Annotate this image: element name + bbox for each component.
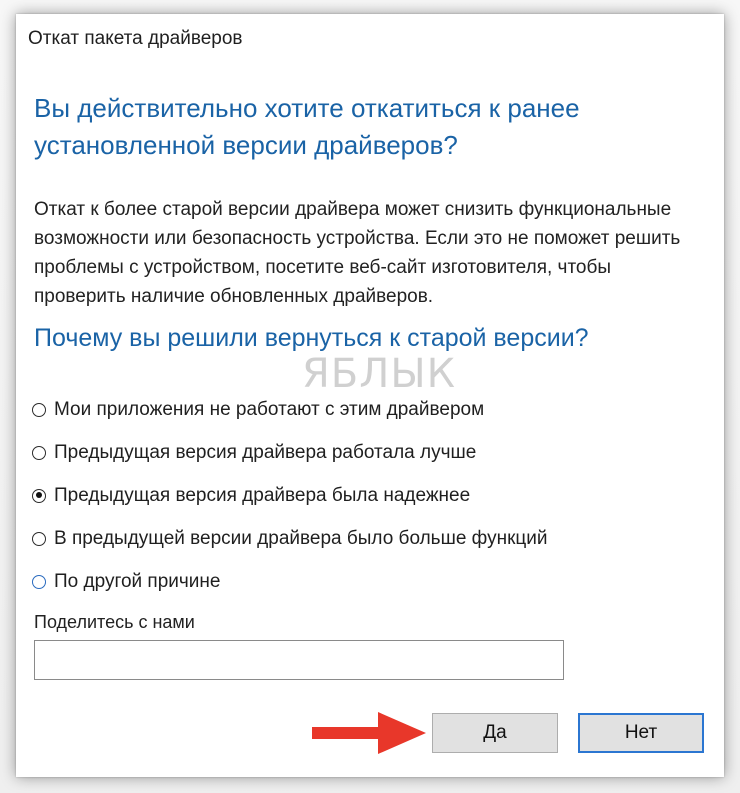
screenshot-stage: Откат пакета драйверов Вы действительно …: [0, 0, 740, 793]
reason-option-worked-better[interactable]: Предыдущая версия драйвера работала лучш…: [32, 431, 692, 474]
description-text: Откат к более старой версии драйвера мож…: [34, 199, 681, 307]
reason-option-more-features[interactable]: В предыдущей версии драйвера было больше…: [32, 517, 692, 560]
reason-label: Мои приложения не работают с этим драйве…: [54, 398, 485, 420]
reason-label: Предыдущая версия драйвера работала лучш…: [54, 441, 477, 463]
rollback-dialog: Откат пакета драйверов Вы действительно …: [16, 14, 724, 777]
dialog-heading: Вы действительно хотите откатиться к ран…: [34, 93, 580, 160]
share-field-label: Поделитесь с нами: [34, 612, 195, 632]
no-button[interactable]: Нет: [578, 713, 704, 753]
radio-button-icon[interactable]: [32, 574, 46, 589]
reason-label: В предыдущей версии драйвера было больше…: [54, 527, 548, 549]
reason-question: Почему вы решили вернуться к старой верс…: [34, 324, 589, 352]
reason-label: Предыдущая версия драйвера была надежнее: [54, 484, 471, 506]
radio-button-icon[interactable]: [32, 402, 46, 417]
window-title: Откат пакета драйверов: [28, 28, 243, 49]
share-feedback-input[interactable]: [34, 640, 564, 680]
radio-button-selected-icon[interactable]: [32, 488, 46, 503]
reason-option-more-reliable[interactable]: Предыдущая версия драйвера была надежнее: [32, 474, 692, 517]
reason-option-other[interactable]: По другой причине: [32, 560, 692, 603]
yes-button[interactable]: Да: [432, 713, 558, 753]
reason-label: По другой причине: [54, 570, 221, 592]
arrow-head: [378, 712, 426, 754]
red-arrow-annotation: [312, 712, 426, 754]
radio-button-icon[interactable]: [32, 531, 46, 546]
arrow-shaft: [312, 727, 382, 739]
description-area: Откат к более старой версии драйвера мож…: [34, 195, 694, 313]
radio-button-icon[interactable]: [32, 445, 46, 460]
reason-option-apps-broken[interactable]: Мои приложения не работают с этим драйве…: [32, 388, 692, 431]
reason-radio-group: Мои приложения не работают с этим драйве…: [32, 388, 692, 603]
